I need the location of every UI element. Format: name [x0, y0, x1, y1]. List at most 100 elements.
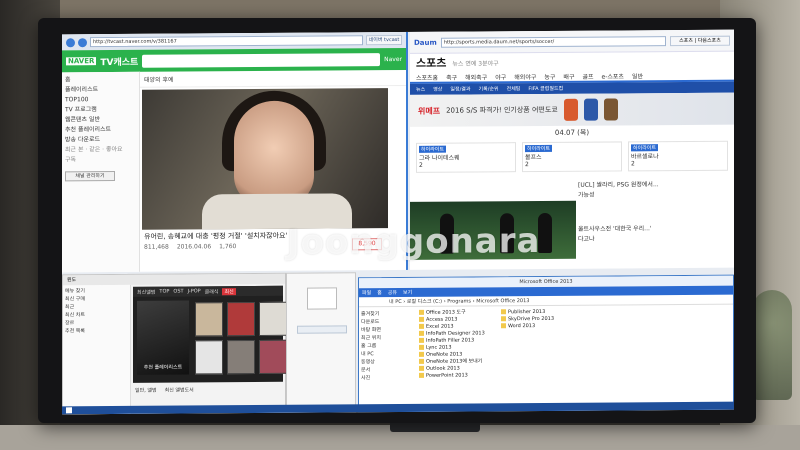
nav-home[interactable]: 스포츠홈	[416, 72, 438, 81]
nav-baseball[interactable]: 야구	[495, 72, 506, 81]
back-icon[interactable]	[66, 37, 75, 47]
nav-pane-item[interactable]: 사진	[361, 374, 415, 382]
media-side-item[interactable]: 추천 목록	[65, 327, 128, 335]
right-url-field[interactable]: http://sports.media.daum.net/sports/socc…	[440, 35, 666, 48]
plant	[752, 290, 792, 400]
score-card[interactable]: 하이라이트 볼프스 2	[522, 141, 622, 173]
sports-header: 스포츠 뉴스 연예 3분야구	[410, 52, 734, 72]
nav-world-baseball[interactable]: 해외야구	[514, 72, 536, 81]
subnav-news[interactable]: 뉴스	[416, 86, 425, 93]
media-footer-item[interactable]: 일반, 앨범	[135, 387, 157, 394]
nav-general[interactable]: 일반	[632, 71, 643, 80]
jersey-blue	[583, 98, 598, 121]
album-thumb[interactable]	[195, 340, 223, 375]
subnav-records[interactable]: 기록/순위	[479, 85, 499, 92]
media-title: 윈도	[63, 273, 285, 286]
hero-poster[interactable]: 추천 플레이리스트	[137, 300, 189, 375]
news-item[interactable]: 가능성	[578, 190, 728, 201]
file-icon	[419, 351, 424, 357]
subnav-fifa[interactable]: FIFA 클럽월드컵	[528, 85, 563, 92]
media-tab[interactable]: J-POP	[188, 288, 201, 294]
jersey-orange	[563, 98, 578, 121]
login-link[interactable]: Naver	[384, 55, 402, 62]
media-app-window: 윈도 메뉴 찾기 최신 구매 최근 최신 차트 장르 추천 목록 최신앨범 TO…	[62, 272, 287, 415]
media-tab[interactable]: TOP	[159, 289, 169, 295]
nav-world-soccer[interactable]: 해외축구	[465, 72, 487, 81]
side-item-download[interactable]: 방송 다운로드	[65, 135, 136, 145]
media-footer: 일반, 앨범 최신 앨범도서	[135, 386, 194, 393]
channel-row: 태양의 후예	[140, 69, 406, 88]
windows-start-icon[interactable]	[66, 407, 72, 414]
media-tabs: 최신앨범 TOP OST J-POP 클래식 최신	[133, 285, 283, 297]
media-tab[interactable]: OST	[173, 288, 183, 294]
album-thumb[interactable]	[227, 339, 255, 375]
file-icon	[419, 372, 424, 378]
side-item-home[interactable]: 홈	[65, 75, 136, 85]
side-item-tv[interactable]: TV 프로그램	[65, 105, 136, 115]
media-tab[interactable]: 클래식	[205, 288, 219, 295]
view-count: 811,468	[144, 243, 169, 251]
search-input[interactable]	[142, 52, 381, 68]
news-item[interactable]: 다고나	[578, 234, 728, 245]
ribbon-tab[interactable]: 홈	[377, 289, 382, 296]
subnav-schedule[interactable]: 일정/결과	[450, 85, 470, 92]
subnav-teams[interactable]: 전체팀	[507, 85, 521, 92]
file-icon	[419, 358, 424, 364]
left-tab[interactable]: 네이버 tvcast	[366, 34, 402, 46]
file-icon	[501, 316, 506, 322]
explorer-path[interactable]: 내 PC › 로컬 디스크 (C:) › Programs › Microsof…	[359, 294, 733, 308]
right-address-bar: Daum http://sports.media.daum.net/sports…	[410, 29, 734, 54]
nav-golf[interactable]: 골프	[582, 71, 593, 80]
nav-soccer[interactable]: 축구	[446, 72, 457, 81]
album-thumb[interactable]	[259, 301, 287, 336]
team-score: 2	[419, 161, 423, 169]
file-icon	[501, 323, 506, 329]
side-item-top100[interactable]: TOP100	[65, 95, 136, 105]
right-tab[interactable]: 스포츠 | 다음스포츠	[670, 35, 730, 46]
media-footer-item[interactable]: 최신 앨범도서	[165, 386, 194, 393]
sports-title[interactable]: 스포츠	[416, 55, 446, 71]
left-url-field[interactable]: http://tvcast.naver.com/v/381167	[90, 35, 363, 48]
naver-logo[interactable]: NAVER	[66, 57, 97, 66]
ribbon-tab[interactable]: 공유	[388, 289, 397, 296]
video-meta: 811,468 2016.04.06 1,760	[144, 243, 236, 251]
side-sub-subscribe[interactable]: 구독	[65, 155, 136, 165]
side-sub-recent[interactable]: 최근 본 · 같은 · 좋아요	[65, 145, 136, 155]
ribbon-tab[interactable]: 보기	[403, 289, 412, 296]
file-icon	[419, 337, 424, 343]
media-tab[interactable]: 최신앨범	[137, 288, 155, 295]
album-thumb[interactable]	[195, 302, 223, 337]
video-player[interactable]	[142, 88, 388, 230]
file-icon	[419, 330, 424, 336]
file-icon	[419, 316, 424, 322]
nav-basketball[interactable]: 농구	[544, 71, 555, 80]
channel-manage-button[interactable]: 채널 관리하기	[65, 170, 115, 182]
side-item-web[interactable]: 웹콘텐츠 일반	[65, 115, 136, 125]
file-item[interactable]: PowerPoint 2013	[419, 372, 495, 380]
channel-name[interactable]: 태양의 후예	[144, 75, 174, 84]
file-explorer-window: Microsoft Office 2013 파일 홈 공유 보기 내 PC › …	[358, 274, 734, 413]
subnav-video[interactable]: 영상	[433, 86, 442, 93]
mini-thumbnail[interactable]	[307, 287, 337, 310]
score-card[interactable]: 하이라이트 바르셀로나 2	[628, 140, 728, 172]
file-icon	[419, 344, 424, 350]
side-item-recommended[interactable]: 추천 플레이리스트	[65, 125, 136, 135]
album-thumb[interactable]	[259, 339, 287, 374]
album-thumb[interactable]	[227, 301, 255, 337]
score-board: 하이라이트 그라 나이테스퀘 2 하이라이트 볼프스 2 하이라이트 바르셀로나…	[410, 139, 734, 175]
file-icon	[419, 365, 424, 371]
media-tab-active[interactable]: 최신	[222, 287, 236, 295]
sports-subtitle: 뉴스 연예 3분야구	[452, 59, 499, 68]
video-date: 2016.04.06	[176, 243, 212, 251]
mini-controls[interactable]	[297, 325, 347, 334]
score-card[interactable]: 하이라이트 그라 나이테스퀘 2	[416, 142, 516, 173]
daum-logo[interactable]: Daum	[414, 38, 437, 46]
news-list: [UCL] 쌀라리, PSG 원정에서... 가능성 울트사우스전 '대한국 우…	[578, 180, 728, 245]
forward-icon[interactable]	[78, 37, 87, 47]
ribbon-tab[interactable]: 파일	[362, 289, 371, 296]
like-count: 1,760	[219, 243, 237, 251]
side-item-playlist[interactable]: 플레이리스트	[65, 85, 136, 95]
nav-esports[interactable]: e-스포츠	[602, 71, 624, 80]
nav-volleyball[interactable]: 배구	[563, 71, 574, 80]
ad-banner[interactable]: 위메프 2016 S/S 파격가! 인기상품 어떤도쿄	[410, 92, 734, 127]
